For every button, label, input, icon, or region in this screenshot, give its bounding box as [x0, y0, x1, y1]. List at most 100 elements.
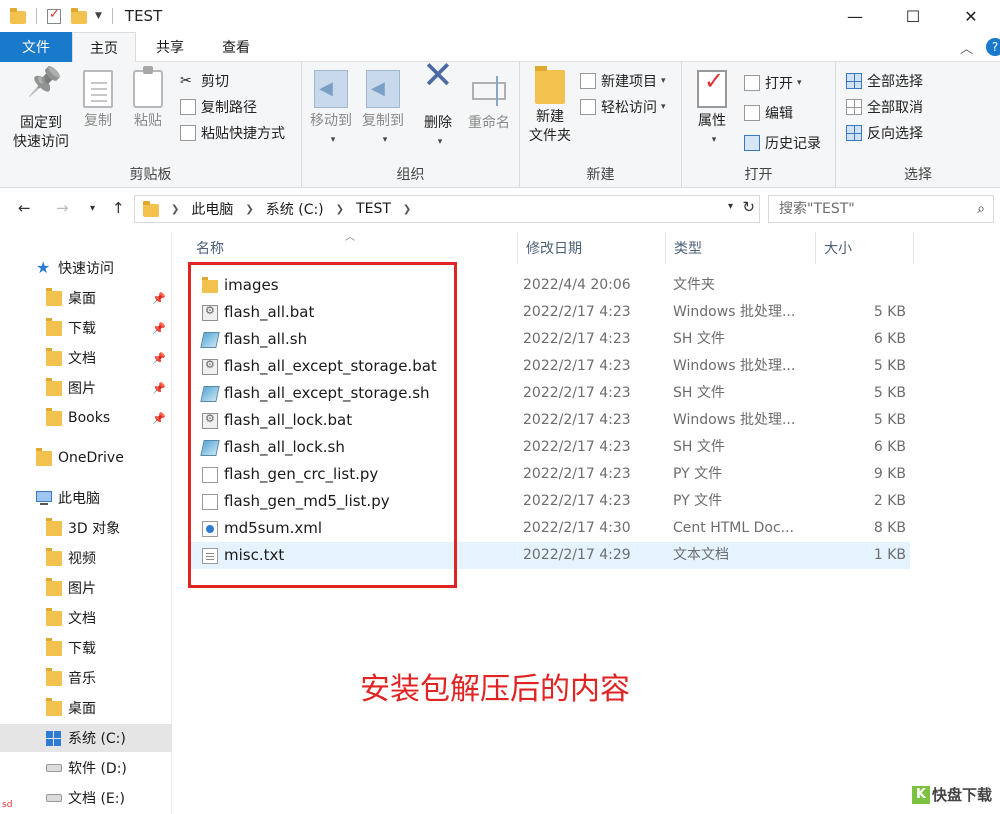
tab-home[interactable]: 主页 [72, 32, 136, 63]
column-header-type[interactable]: 类型 [666, 232, 816, 264]
windows-drive-icon [46, 730, 62, 746]
select-none-button[interactable]: 全部取消 [846, 96, 923, 118]
sidebar-item-downloads[interactable]: 下载 📌 [0, 314, 172, 342]
column-header-name[interactable]: 名称 [188, 232, 518, 264]
minimize-button[interactable]: — [826, 0, 884, 32]
sidebar-item-quick-access[interactable]: 快速访问 [0, 254, 172, 282]
address-dropdown-icon[interactable]: ▾ [728, 201, 733, 212]
select-none-icon [846, 99, 862, 115]
file-size: 6 KB [873, 439, 906, 455]
copy-to-button[interactable]: 复制到 ▾ [358, 70, 408, 150]
recent-locations-icon[interactable]: ▾ [90, 203, 95, 214]
properties-icon [697, 70, 727, 108]
paste-button[interactable]: 粘贴 [126, 66, 170, 131]
file-size: 8 KB [873, 520, 906, 536]
easy-access-button[interactable]: 轻松访问 ▾ [580, 96, 666, 118]
maximize-button[interactable]: ☐ [884, 0, 942, 32]
collapse-ribbon-icon[interactable]: ︿ [960, 38, 973, 57]
sidebar-item-pc-desktop[interactable]: 桌面 [0, 694, 172, 722]
music-folder-icon [46, 667, 62, 686]
file-size: 6 KB [873, 331, 906, 347]
search-icon[interactable]: ⌕ [977, 196, 985, 222]
sidebar-item-c-drive[interactable]: 系统 (C:) [0, 724, 172, 752]
documents-folder-icon [46, 607, 62, 626]
paste-shortcut-button[interactable]: 粘贴快捷方式 [180, 122, 285, 144]
address-bar[interactable]: ❯ 此电脑 ❯ 系统 (C:) ❯ TEST ❯ ▾ ↻ [134, 195, 760, 223]
sidebar-item-onedrive[interactable]: OneDrive [0, 444, 172, 472]
sidebar-item-3d-objects[interactable]: 3D 对象 [0, 514, 172, 542]
up-arrow-icon[interactable]: ↑ [112, 199, 125, 217]
sidebar-item-label: 音乐 [68, 671, 96, 687]
sidebar-item-pictures[interactable]: 图片 📌 [0, 374, 172, 402]
invert-selection-button[interactable]: 反向选择 [846, 122, 923, 144]
customize-quick-access-icon[interactable]: ▼ [95, 11, 102, 21]
delete-button[interactable]: 删除 ▾ [418, 66, 458, 152]
pin-icon[interactable]: 📌 [152, 322, 166, 335]
properties-button[interactable]: 属性 ▾ [692, 70, 732, 150]
sidebar-item-videos[interactable]: 视频 [0, 544, 172, 572]
close-button[interactable]: ✕ [942, 0, 1000, 32]
history-button[interactable]: 历史记录 [744, 132, 821, 154]
sidebar-item-documents[interactable]: 文档 📌 [0, 344, 172, 372]
sidebar-item-d-drive[interactable]: 软件 (D:) [0, 754, 172, 782]
tab-file[interactable]: 文件 [0, 32, 72, 62]
select-all-button[interactable]: 全部选择 [846, 70, 923, 92]
breadcrumb-this-pc[interactable]: 此电脑 [191, 199, 233, 219]
column-header-size[interactable]: 大小 [816, 232, 914, 264]
sidebar-item-books[interactable]: Books 📌 [0, 404, 172, 432]
sidebar-item-pc-pictures[interactable]: 图片 [0, 574, 172, 602]
new-group: 新建 文件夹 新建项目 ▾ 轻松访问 ▾ 新建 [520, 62, 682, 188]
pin-icon[interactable]: 📌 [152, 352, 166, 365]
help-icon[interactable]: ? [986, 38, 1000, 56]
sidebar-item-desktop[interactable]: 桌面 📌 [0, 284, 172, 312]
open-icon [744, 75, 760, 91]
refresh-icon[interactable]: ↻ [742, 198, 755, 216]
tab-view[interactable]: 查看 [206, 32, 266, 62]
downloads-folder-icon [46, 637, 62, 656]
pin-icon[interactable]: 📌 [152, 412, 166, 425]
search-input[interactable]: 搜索"TEST" ⌕ [768, 195, 994, 223]
open-button[interactable]: 打开 ▾ [744, 72, 802, 94]
breadcrumb-separator-icon[interactable]: ❯ [403, 204, 411, 215]
rename-button[interactable]: 重命名 [464, 70, 514, 133]
sidebar-item-label: 桌面 [68, 701, 96, 717]
column-header-date[interactable]: 修改日期 [518, 232, 666, 264]
pin-icon[interactable]: 📌 [152, 292, 166, 305]
watermark-text: 快盘下载 [932, 786, 993, 804]
select-all-label: 全部选择 [867, 74, 923, 90]
back-arrow-icon[interactable]: ← [18, 199, 31, 217]
easy-access-label: 轻松访问 [601, 100, 657, 116]
new-folder-button[interactable]: 新建 文件夹 [526, 66, 574, 146]
sidebar-item-pc-downloads[interactable]: 下载 [0, 634, 172, 662]
sidebar-item-music[interactable]: 音乐 [0, 664, 172, 692]
new-folder-quick-icon[interactable] [71, 7, 87, 24]
pin-icon[interactable]: 📌 [152, 382, 166, 395]
sidebar-item-pc-documents[interactable]: 文档 [0, 604, 172, 632]
select-group: 全部选择 全部取消 反向选择 选择 [836, 62, 1000, 188]
paste-shortcut-icon [180, 125, 196, 141]
sidebar-item-e-drive[interactable]: 文档 (E:) [0, 784, 172, 812]
file-type: SH 文件 [673, 331, 725, 347]
edit-button[interactable]: 编辑 [744, 102, 793, 124]
cut-button[interactable]: ✂ 剪切 [180, 70, 229, 92]
organize-group-label: 组织 [396, 167, 425, 183]
forward-arrow-icon[interactable]: → [56, 199, 69, 217]
breadcrumb-c-drive[interactable]: 系统 (C:) [266, 199, 324, 219]
watermark-logo: K 快盘下载 [912, 784, 992, 805]
tab-share[interactable]: 共享 [140, 32, 200, 62]
copy-path-button[interactable]: 复制路径 [180, 96, 257, 118]
breadcrumb-separator-icon[interactable]: ❯ [336, 204, 344, 215]
invert-selection-icon [846, 125, 862, 141]
pin-quick-access-button[interactable]: 固定到 快速访问 [8, 70, 74, 152]
breadcrumb-separator-icon[interactable]: ❯ [245, 204, 253, 215]
breadcrumb-separator-icon[interactable]: ❯ [171, 204, 179, 215]
new-item-button[interactable]: 新建项目 ▾ [580, 70, 666, 92]
file-date: 2022/2/17 4:23 [523, 493, 631, 509]
sidebar-item-this-pc[interactable]: 此电脑 [0, 484, 172, 512]
breadcrumb-test[interactable]: TEST [356, 201, 391, 217]
copy-button[interactable]: 复制 [78, 70, 118, 131]
documents-folder-icon [46, 347, 62, 366]
new-folder-label-line1: 新建 [536, 109, 564, 125]
move-to-button[interactable]: 移动到 ▾ [306, 70, 356, 150]
properties-quick-icon[interactable] [47, 7, 61, 24]
